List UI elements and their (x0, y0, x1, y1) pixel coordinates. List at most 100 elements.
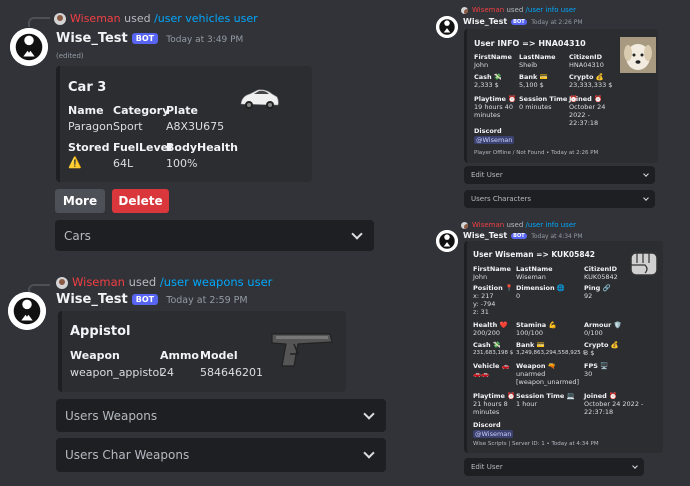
reply-preview[interactable]: Wiseman used /user info user (461, 221, 576, 229)
pistol-thumbnail[interactable] (268, 328, 336, 370)
author-name[interactable]: Wise_Test (463, 17, 507, 26)
embed-title: Appistol (70, 324, 131, 339)
field-name: Cash 💸 (474, 73, 503, 81)
field-name: Weapon (70, 349, 120, 362)
chevron-down-icon (643, 195, 649, 201)
bot-tag: BOT (131, 33, 159, 44)
cars-select[interactable]: Cars (55, 220, 374, 251)
edit-user-select[interactable]: Edit User (464, 166, 655, 184)
select-placeholder: Users Characters (471, 195, 532, 203)
field-name: Dimension 🌐 (516, 284, 565, 292)
reply-used-label: used (128, 275, 157, 289)
author-name[interactable]: Wise_Test (56, 292, 128, 307)
field-value: 92 (584, 292, 593, 300)
reply-preview[interactable]: Wiseman used /user info user (461, 6, 576, 14)
reply-avatar (56, 276, 68, 289)
field-name: Cash 💸 (473, 341, 502, 349)
reply-command[interactable]: /user vehicles user (154, 12, 258, 25)
select-placeholder: Users Char Weapons (65, 448, 190, 462)
field-value: 🚗🚗 (473, 370, 490, 378)
reply-author[interactable]: Wiseman (472, 221, 504, 229)
discord-mention[interactable]: @Wiseman (474, 136, 515, 144)
author-name[interactable]: Wise_Test (463, 231, 507, 240)
bot-avatar[interactable] (8, 292, 46, 330)
fist-icon (630, 252, 658, 276)
field-value: 231,683,198 $ (473, 350, 514, 356)
select-placeholder: Users Weapons (65, 408, 158, 423)
reply-command[interactable]: /user weapons user (160, 275, 273, 289)
discord-mention[interactable]: @Wiseman (473, 430, 514, 438)
bot-tag: BOT (131, 294, 159, 305)
field-name: Position 📍 (473, 284, 514, 292)
field-name: LastName (519, 53, 556, 61)
field-value: 24 (160, 366, 174, 379)
reply-author[interactable]: Wiseman (72, 275, 125, 289)
user-mention[interactable]: @Wiseman (473, 430, 514, 438)
bot-avatar[interactable] (436, 230, 458, 252)
user-info-embed: User Wiseman => KUK05842 FirstName John … (464, 241, 663, 453)
field-value: October 24 2022 - 22:37:18 (569, 103, 606, 127)
reply-author[interactable]: Wiseman (70, 12, 121, 25)
car-thumbnail[interactable] (238, 84, 280, 114)
field-name: Ping 🔗 (584, 284, 611, 292)
field-name: BodyHealth (166, 141, 238, 154)
pistol-icon (271, 333, 333, 367)
more-button[interactable]: More (55, 189, 105, 213)
discord-label: Discord (473, 421, 501, 429)
field-value: A8X3U675 (166, 120, 225, 133)
author-name[interactable]: Wise_Test (56, 31, 128, 46)
reply-used-label: used (506, 6, 524, 14)
embed-footer: Player Offline / Not Found • Today at 2:… (474, 150, 599, 156)
reply-avatar (461, 221, 468, 229)
message-header: Wise_Test BOT Today at 2:59 PM (56, 292, 248, 307)
embed-title: User Wiseman => KUK05842 (473, 250, 596, 259)
timestamp: Today at 2:26 PM (531, 19, 583, 26)
delete-button[interactable]: Delete (112, 189, 169, 213)
field-value: 584646201 (200, 366, 263, 379)
field-name: Stored (68, 141, 110, 154)
users-characters-select[interactable]: Users Characters (464, 190, 655, 208)
field-name: FirstName (474, 53, 512, 61)
field-name: Vehicle 🚗 (473, 362, 510, 370)
message-header: Wise_Test BOT Today at 2:26 PM (463, 17, 583, 26)
field-name: Ammo (160, 349, 199, 362)
field-name: Session Time 💻 (516, 392, 575, 400)
select-placeholder: Edit User (471, 463, 503, 471)
field-value: x: 217 y: -794 z: 31 (473, 292, 496, 316)
field-name: Playtime ⏰ (474, 95, 517, 103)
message-header: Wise_Test BOT Today at 4:34 PM (463, 231, 583, 240)
bot-avatar[interactable] (436, 16, 458, 38)
users-char-weapons-select[interactable]: Users Char Weapons (56, 438, 386, 472)
reply-preview[interactable]: Wiseman used /user weapons user (56, 275, 272, 289)
field-name: Crypto 💰 (584, 341, 619, 349)
field-name: Bank 💳 (519, 73, 548, 81)
users-weapons-select[interactable]: Users Weapons (56, 399, 386, 432)
field-value: 200/200 (473, 329, 501, 337)
field-value: unarmed [weapon_unarmed] (516, 370, 580, 386)
user-mention[interactable]: @Wiseman (474, 136, 515, 144)
dog-thumbnail[interactable] (620, 37, 656, 73)
reply-command[interactable]: /user info user (526, 221, 576, 229)
field-value: Sport (113, 120, 143, 133)
bot-avatar[interactable] (10, 28, 48, 66)
user-info-panel-1: Wiseman used /user info user Wise_Test BO… (431, 4, 690, 214)
select-placeholder: Edit User (471, 171, 503, 179)
field-value: weapon_appistol (70, 366, 163, 379)
edited-label: (edited) (56, 52, 84, 60)
edit-user-select[interactable]: Edit User (464, 458, 644, 476)
dog-photo-icon (620, 37, 656, 73)
select-placeholder: Cars (64, 228, 91, 243)
field-value: 0 minutes (519, 103, 552, 111)
field-value: 0 (516, 292, 521, 300)
reply-preview[interactable]: Wiseman used /user vehicles user (54, 12, 258, 25)
message-header: Wise_Test BOT Today at 3:49 PM (56, 31, 243, 46)
field-value: 19 hours 40 minutes (474, 103, 513, 119)
fist-thumbnail[interactable] (627, 247, 661, 281)
field-value: Sheib (519, 61, 538, 69)
reply-author[interactable]: Wiseman (472, 6, 504, 14)
bot-tag: BOT (511, 232, 527, 239)
reply-command[interactable]: /user info user (526, 6, 576, 14)
field-value: 100/100 (516, 329, 544, 337)
field-name: Category (113, 104, 170, 117)
field-value: Paragon (68, 120, 113, 133)
